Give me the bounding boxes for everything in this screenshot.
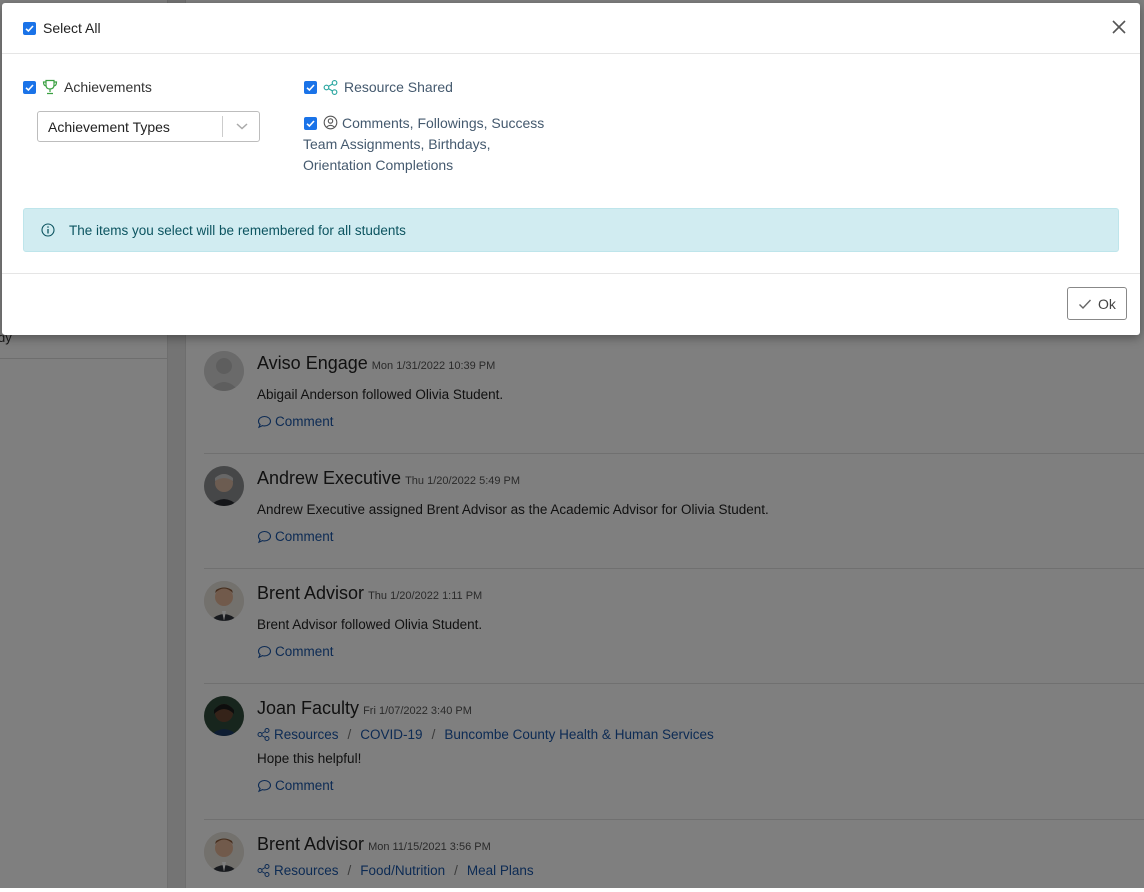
check-icon: [1079, 299, 1092, 309]
checkmark-icon: [306, 83, 315, 91]
comments-label-line1: Comments, Followings, Success: [342, 115, 545, 131]
resource-shared-label: Resource Shared: [344, 79, 453, 95]
select-divider: [222, 116, 223, 137]
comments-checkbox[interactable]: [304, 117, 317, 130]
checkmark-icon: [25, 83, 34, 91]
achievement-types-select[interactable]: Achievement Types: [37, 111, 260, 142]
select-all-label: Select All: [43, 20, 101, 36]
ok-label: Ok: [1098, 295, 1116, 312]
info-alert-text: The items you select will be remembered …: [69, 222, 406, 238]
achievements-option[interactable]: Achievements: [23, 79, 152, 95]
feed-filter-modal: Select All Achievements Achievement Type…: [2, 3, 1140, 335]
share-icon: [323, 79, 338, 95]
info-alert: The items you select will be remembered …: [23, 208, 1119, 252]
resource-shared-checkbox[interactable]: [304, 80, 317, 94]
comments-label-line2: Team Assignments, Birthdays,: [303, 136, 491, 152]
achievement-types-value: Achievement Types: [48, 119, 170, 135]
trophy-icon: [42, 79, 58, 95]
comments-label-line3: Orientation Completions: [303, 157, 454, 173]
resource-shared-option[interactable]: Resource Shared: [304, 79, 453, 95]
close-button[interactable]: [1110, 18, 1128, 36]
comments-label: Comments, Followings, Success Team Assig…: [303, 113, 545, 176]
checkmark-icon: [306, 120, 315, 128]
modal-body: Achievements Achievement Types Resource …: [2, 54, 1140, 274]
chevron-down-icon: [236, 123, 248, 130]
modal-header: Select All: [2, 3, 1140, 54]
modal-footer: Ok: [2, 274, 1140, 334]
achievements-label: Achievements: [64, 79, 152, 95]
info-icon: [41, 223, 55, 237]
close-icon: [1112, 20, 1126, 34]
achievements-checkbox[interactable]: [23, 80, 36, 94]
comments-option[interactable]: Comments, Followings, Success Team Assig…: [303, 113, 545, 176]
user-circle-icon: [323, 115, 338, 130]
checkmark-icon: [25, 24, 34, 32]
select-all-checkbox[interactable]: [23, 21, 36, 35]
select-all-option[interactable]: Select All: [23, 20, 101, 36]
ok-button[interactable]: Ok: [1067, 287, 1127, 320]
